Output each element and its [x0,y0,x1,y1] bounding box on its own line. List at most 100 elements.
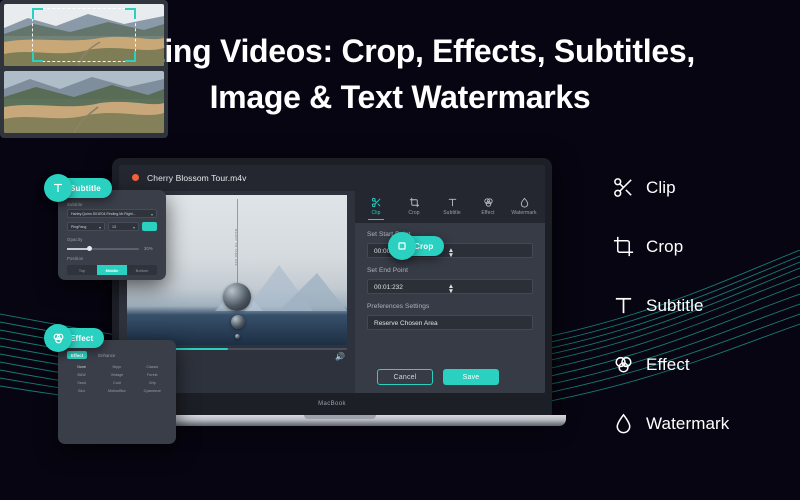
effect-preset-label: Classic [146,365,159,369]
effect-preset[interactable]: Cyanmeze [137,388,168,393]
effect-tab-enhance[interactable]: Enhance [94,351,119,359]
scissors-icon [600,176,646,199]
effect-tab-effect[interactable]: Effect [67,351,88,359]
effect-preset-label: Grip [148,381,156,385]
balloon-small [235,334,240,339]
tab-crop-label: Crop [408,210,420,216]
crop-handle-bottom-left[interactable] [32,51,34,62]
tab-effect[interactable]: Effect [469,195,507,216]
crop-handle-top-right[interactable] [134,8,136,19]
app-titlebar: Cherry Blossom Tour.m4v [119,165,545,191]
chevron-down-icon: ▾ [98,224,101,230]
end-point-label: Set End Point [367,267,409,274]
feature-label: Crop [646,236,684,256]
preferences-select[interactable]: Reserve Chosen Area [367,315,533,330]
effect-icon [44,324,72,352]
subtitle-font-select[interactable]: PingFang ▾ [67,222,105,231]
text-t-icon [433,195,471,208]
effect-preset-label: Sand [77,381,86,385]
effect-preset[interactable]: B&W [66,372,97,377]
feature-label: Subtitle [646,295,704,315]
opacity-slider[interactable] [67,248,139,250]
effect-preset-label: B&W [77,373,86,377]
subtitle-color-swatch[interactable] [142,222,157,231]
effect-preset[interactable]: Vintage [101,372,132,377]
effect-preset[interactable]: MotionBlur [101,388,132,393]
feature-item-crop[interactable]: Crop [600,217,800,276]
effect-preset-label: Vintage [110,373,124,377]
effect-card-pill[interactable]: Effect [44,324,105,352]
effect-icon [600,353,646,376]
tab-watermark[interactable]: Watermark [505,195,543,216]
laptop-screen-frame: MacBook Cherry Blossom Tour.m4v READY TO… [112,158,552,416]
effect-preset[interactable]: Classic [137,364,168,369]
effect-preset[interactable]: Forest [137,372,168,377]
feature-list: Clip Crop Subtitle Effect Watermark [600,158,800,453]
crop-selection-box[interactable] [32,8,136,62]
subtitle-file-select[interactable]: Harley.Quinn.S01E04.Finding.Mr.Right... … [67,209,157,218]
effect-preset[interactable]: Blur [66,388,97,393]
landscape-illustration [4,71,164,133]
chevron-down-icon: ▾ [150,211,153,217]
position-option-middle[interactable]: Middle [97,265,127,275]
laptop-brand-label: MacBook [318,401,346,407]
effect-preset[interactable]: Nippr [101,364,132,369]
droplet-icon [600,412,646,435]
effect-preset-label: Cyanmeze [143,389,162,393]
subtitle-card-pill[interactable]: Subtitle [44,174,112,202]
close-icon[interactable] [132,174,139,181]
tab-crop[interactable]: Crop [395,195,433,216]
crop-result-photo [4,71,164,133]
feature-item-watermark[interactable]: Watermark [600,394,800,453]
crop-source-photo [4,4,164,66]
tab-effect-label: Effect [481,210,495,216]
effect-preset-grid: None Nippr Classic B&W Vintage Forest Sa… [66,364,168,393]
laptop-mockup: MacBook Cherry Blossom Tour.m4v READY TO… [98,158,567,443]
end-point-field[interactable]: 00:01:232 ▲ ▼ [367,279,533,295]
effect-preset[interactable]: Sand [66,380,97,385]
feature-label: Effect [646,354,690,374]
effect-card-tabs: Effect Enhance [67,351,119,359]
app-window: Cherry Blossom Tour.m4v READY TO TAKE OF… [119,165,545,393]
tab-subtitle[interactable]: Subtitle [433,195,471,216]
cancel-button[interactable]: Cancel [377,369,433,385]
save-button[interactable]: Save [443,369,499,385]
droplet-icon [505,195,543,208]
balloon-medium [231,315,245,329]
video-caption-text: READY TO TAKE OFF [234,229,238,267]
end-point-stepper[interactable]: ▲ ▼ [374,283,528,295]
effect-presets-card: Effect Enhance None Nippr Classic B&W Vi… [58,340,176,444]
preferences-value: Reserve Chosen Area [374,319,438,327]
opacity-label: Opacity [67,237,83,242]
chevron-down-icon: ▾ [132,224,135,230]
editing-panel: Clip Crop Subtitle Effect Watermark Set … [355,191,545,393]
tab-clip[interactable]: Clip [357,195,395,220]
scissors-icon [357,195,395,208]
effect-preset[interactable]: Cold [101,380,132,385]
crop-handle-top-left[interactable] [32,8,34,19]
subtitle-font-value: PingFang [71,224,87,229]
effect-preset-label: Cold [113,381,121,385]
subtitle-file-value: Harley.Quinn.S01E04.Finding.Mr.Right... [71,211,136,216]
crop-icon [388,232,416,260]
crop-card-pill[interactable]: Crop [388,232,445,260]
feature-label: Watermark [646,413,730,433]
balloon-large [223,283,251,311]
volume-icon[interactable]: 🔊 [335,352,345,361]
crop-icon [600,235,646,258]
effect-preset[interactable]: None [66,364,97,369]
feature-item-effect[interactable]: Effect [600,335,800,394]
effect-preset-label: Nippr [112,365,122,369]
feature-item-clip[interactable]: Clip [600,158,800,217]
crop-handle-bottom-right[interactable] [134,51,136,62]
position-option-bottom[interactable]: Bottom [127,265,157,275]
effect-preset-label: Forest [147,373,158,377]
crop-pill-label: Crop [414,241,434,251]
opacity-slider-knob[interactable] [87,246,92,251]
feature-item-subtitle[interactable]: Subtitle [600,276,800,335]
subtitle-size-select[interactable]: 13 ▾ [108,222,139,231]
position-option-top[interactable]: Top [67,265,97,275]
headline-line-1: Editing Videos: Crop, Effects, Subtitles… [105,33,695,69]
laptop-notch [303,415,376,419]
effect-preset[interactable]: Grip [137,380,168,385]
